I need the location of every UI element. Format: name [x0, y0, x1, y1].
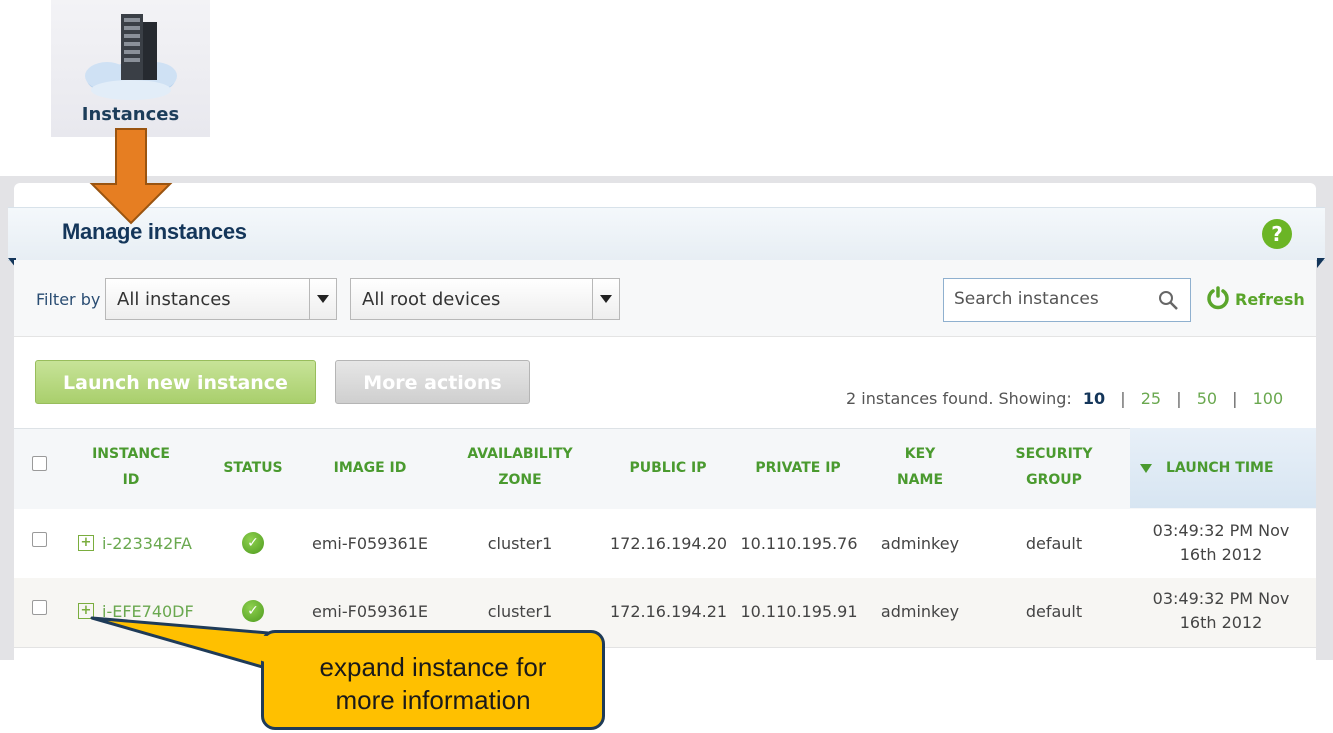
- search-icon[interactable]: [1158, 290, 1178, 310]
- column-security-group[interactable]: SECURITY GROUP: [1004, 441, 1104, 493]
- refresh-icon[interactable]: [1206, 286, 1230, 310]
- row-checkbox[interactable]: [32, 532, 47, 547]
- image-id-cell: emi-F059361E: [311, 534, 429, 553]
- launch-time-cell: 03:49:32 PM Nov 16th 2012: [1146, 587, 1296, 635]
- zone-cell: cluster1: [487, 534, 553, 553]
- column-label: ID: [122, 472, 140, 488]
- callout-line: expand instance for: [319, 652, 547, 682]
- pagination-separator: |: [1176, 389, 1182, 408]
- header-corner-right: [1317, 258, 1325, 268]
- down-arrow-annotation-icon: [89, 128, 173, 225]
- column-key-name[interactable]: KEY NAME: [880, 441, 960, 493]
- page-size-25[interactable]: 25: [1141, 389, 1161, 408]
- page-size-100[interactable]: 100: [1253, 389, 1284, 408]
- public-ip-cell: 172.16.194.21: [610, 602, 728, 621]
- instance-filter-select[interactable]: All instances: [105, 278, 337, 320]
- root-device-filter-select[interactable]: All root devices: [350, 278, 620, 320]
- filter-label: Filter by: [36, 290, 101, 309]
- public-ip-cell: 172.16.194.20: [610, 534, 728, 553]
- instance-filter-value: All instances: [117, 289, 231, 310]
- sort-descending-icon: [1140, 463, 1152, 473]
- chevron-down-icon: [592, 279, 619, 319]
- column-status[interactable]: STATUS: [212, 455, 294, 481]
- zone-cell: cluster1: [487, 602, 553, 621]
- root-device-filter-value: All root devices: [362, 289, 501, 310]
- column-label: SECURITY: [1015, 446, 1093, 462]
- launch-time-line: 16th 2012: [1179, 613, 1263, 632]
- launcher-label: Instances: [81, 104, 180, 125]
- pagination-separator: |: [1120, 389, 1126, 408]
- instance-id-link[interactable]: i-223342FA: [102, 534, 192, 553]
- callout-text: expand instance for more information: [264, 651, 602, 717]
- image-id-cell: emi-F059361E: [311, 602, 429, 621]
- column-label: KEY: [904, 446, 936, 462]
- column-label: NAME: [896, 472, 944, 488]
- launch-new-instance-button[interactable]: Launch new instance: [35, 360, 316, 404]
- search-box: [943, 278, 1191, 322]
- pagination: 2 instances found. Showing: 10 | 25 | 50…: [846, 389, 1283, 408]
- key-name-cell: adminkey: [880, 534, 960, 553]
- page-size-50[interactable]: 50: [1197, 389, 1217, 408]
- launch-time-cell: 03:49:32 PM Nov 16th 2012: [1146, 519, 1296, 567]
- key-name-cell: adminkey: [880, 602, 960, 621]
- question-mark-icon[interactable]: ?: [1262, 219, 1292, 249]
- column-label: INSTANCE: [92, 446, 170, 462]
- column-private-ip[interactable]: PRIVATE IP: [742, 455, 854, 481]
- callout-line: more information: [335, 685, 531, 715]
- launch-time-line: 03:49:32 PM Nov: [1152, 589, 1290, 608]
- callout-pointer-join: [182, 633, 268, 663]
- column-image-id[interactable]: IMAGE ID: [318, 455, 422, 481]
- annotation-callout: expand instance for more information: [261, 630, 605, 730]
- column-label: ZONE: [498, 472, 542, 488]
- server-cloud-icon: [85, 14, 177, 100]
- column-label: LAUNCH TIME: [1166, 460, 1274, 476]
- column-label: GROUP: [1026, 472, 1082, 488]
- launch-time-line: 03:49:32 PM Nov: [1152, 521, 1290, 540]
- security-group-cell: default: [1025, 534, 1083, 553]
- security-group-cell: default: [1025, 602, 1083, 621]
- column-launch-time[interactable]: LAUNCH TIME: [1140, 455, 1290, 481]
- column-label: AVAILABILITY: [467, 446, 573, 462]
- column-availability-zone[interactable]: AVAILABILITY ZONE: [460, 441, 580, 493]
- column-public-ip[interactable]: PUBLIC IP: [614, 455, 722, 481]
- private-ip-cell: 10.110.195.91: [740, 602, 858, 621]
- results-count: 2 instances found. Showing:: [846, 389, 1072, 408]
- status-running-icon: ✓: [242, 532, 264, 554]
- expand-icon[interactable]: +: [78, 535, 94, 551]
- column-instance-id[interactable]: INSTANCE ID: [76, 441, 186, 493]
- instances-launcher[interactable]: Instances: [51, 0, 210, 137]
- row-checkbox[interactable]: [32, 600, 47, 615]
- more-actions-button[interactable]: More actions: [335, 360, 530, 404]
- private-ip-cell: 10.110.195.76: [740, 534, 858, 553]
- pagination-separator: |: [1232, 389, 1238, 408]
- launch-time-line: 16th 2012: [1179, 545, 1263, 564]
- chevron-down-icon: [309, 279, 336, 319]
- select-all-checkbox[interactable]: [32, 456, 47, 471]
- search-input[interactable]: [954, 289, 1144, 309]
- refresh-button[interactable]: Refresh: [1235, 290, 1305, 309]
- page-size-10[interactable]: 10: [1083, 389, 1105, 408]
